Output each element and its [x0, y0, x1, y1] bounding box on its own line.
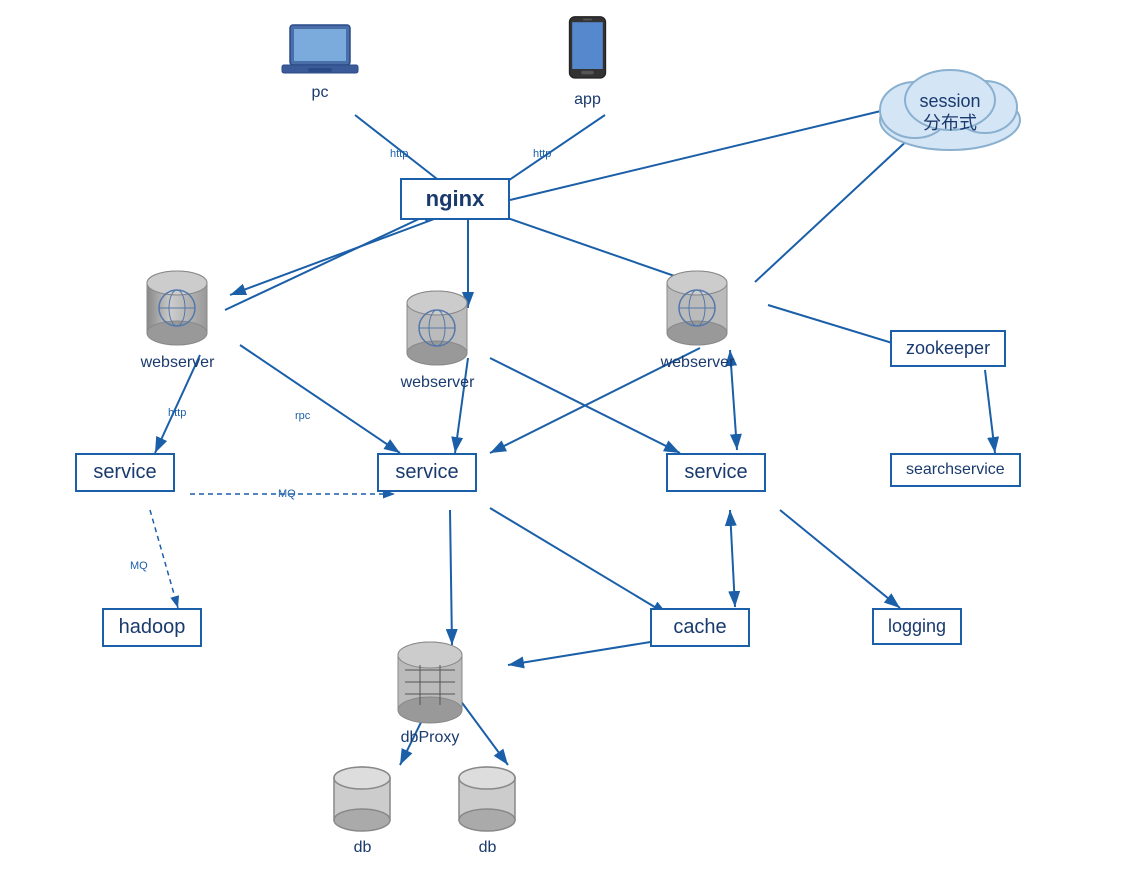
webserver-right-node: webserver [660, 265, 735, 372]
hadoop-node: hadoop [102, 608, 202, 647]
service-mid-label: service [395, 461, 458, 483]
pc-node: pc [280, 20, 360, 102]
webserver-left-label: webserver [141, 354, 215, 372]
pc-label: pc [312, 84, 329, 102]
webserver-right-label: webserver [661, 354, 735, 372]
logging-box: logging [872, 608, 962, 645]
webserver-left-node: webserver [140, 265, 215, 372]
db1-node: db [330, 760, 395, 857]
db1-label: db [354, 839, 372, 857]
service-right-box: service [666, 453, 766, 492]
app-node: app [565, 15, 610, 109]
hadoop-box: hadoop [102, 608, 202, 647]
svg-text:session: session [919, 91, 980, 111]
mq-label-1: MQ [278, 488, 296, 500]
http-label-2: http [533, 148, 551, 160]
cache-box: cache [650, 608, 750, 647]
service-mid-box: service [377, 453, 477, 492]
service-left-box: service [75, 453, 175, 492]
app-label: app [574, 91, 601, 109]
http-label-1: http [390, 148, 408, 160]
nginx-label: nginx [426, 186, 485, 211]
zookeeper-box: zookeeper [890, 330, 1006, 367]
service-mid-node: service [377, 453, 477, 492]
dbproxy-label: dbProxy [401, 729, 460, 747]
zookeeper-label: zookeeper [906, 338, 990, 358]
db2-node: db [455, 760, 520, 857]
searchservice-box: searchservice [890, 453, 1021, 487]
nginx-box: nginx [400, 178, 510, 220]
webserver-mid-node: webserver [400, 285, 475, 392]
service-left-node: service [75, 453, 175, 492]
dbproxy-node: dbProxy [390, 640, 470, 747]
nginx-node: nginx [400, 178, 510, 220]
rpc-label: rpc [295, 410, 310, 422]
cache-node: cache [650, 608, 750, 647]
webserver-mid-label: webserver [401, 374, 475, 392]
diagram: http http http rpc MQ MQ pc app nginx [0, 0, 1140, 869]
zookeeper-node: zookeeper [890, 330, 1006, 367]
service-left-label: service [93, 461, 156, 483]
session-node: session 分布式 [870, 45, 1030, 160]
logging-node: logging [872, 608, 962, 645]
cache-label: cache [673, 616, 726, 638]
http-label-3: http [168, 407, 186, 419]
searchservice-node: searchservice [890, 453, 1021, 487]
logging-label: logging [888, 616, 946, 636]
mq-label-2: MQ [130, 560, 148, 572]
service-right-label: service [684, 461, 747, 483]
searchservice-label: searchservice [906, 461, 1005, 478]
svg-text:分布式: 分布式 [923, 113, 977, 133]
db2-label: db [479, 839, 497, 857]
hadoop-label: hadoop [119, 616, 186, 638]
service-right-node: service [666, 453, 766, 492]
